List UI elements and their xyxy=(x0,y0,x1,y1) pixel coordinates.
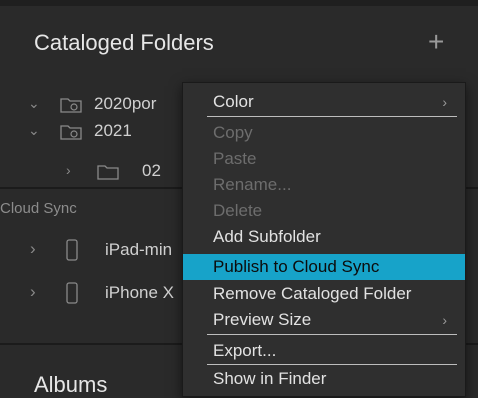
top-border xyxy=(0,0,478,6)
menu-item-add-subfolder[interactable]: Add Subfolder xyxy=(183,224,465,250)
cataloged-folders-title[interactable]: Cataloged Folders xyxy=(34,30,214,56)
folder-label: 02 xyxy=(142,161,161,180)
menu-item-color[interactable]: Color › xyxy=(183,89,465,115)
chevron-right-icon[interactable]: › xyxy=(30,278,36,306)
menu-item-publish-to-cloud-sync[interactable]: Publish to Cloud Sync xyxy=(183,254,465,280)
phone-icon xyxy=(66,282,78,304)
device-label: iPhone X xyxy=(105,283,174,302)
menu-item-delete: Delete xyxy=(213,201,263,220)
menu-separator xyxy=(207,116,457,117)
cloud-sync-title: Cloud Sync xyxy=(0,200,77,217)
context-menu: Color › Copy Paste Rename... Delete Add … xyxy=(182,82,466,397)
menu-item-rename: Rename... xyxy=(213,175,292,194)
menu-item-export[interactable]: Export... xyxy=(183,338,465,364)
catalog-folder-icon xyxy=(60,125,82,140)
catalog-folder-icon xyxy=(60,98,82,113)
add-folder-icon[interactable]: + xyxy=(428,28,444,56)
albums-title[interactable]: Albums xyxy=(34,372,107,398)
chevron-right-icon[interactable]: › xyxy=(66,156,71,184)
menu-item-copy: Copy xyxy=(213,123,253,142)
menu-item-paste: Paste xyxy=(213,149,257,168)
menu-separator xyxy=(207,334,457,335)
chevron-right-icon: › xyxy=(442,94,447,110)
chevron-down-icon[interactable]: ⌄ xyxy=(28,89,40,117)
folder-label: 2020por xyxy=(94,94,157,113)
folder-label: 2021 xyxy=(94,121,132,140)
menu-item-preview-size[interactable]: Preview Size › xyxy=(183,307,465,333)
tablet-icon xyxy=(66,239,78,261)
chevron-right-icon[interactable]: › xyxy=(30,235,36,263)
chevron-right-icon: › xyxy=(442,312,447,328)
folder-icon xyxy=(97,165,119,180)
chevron-down-icon[interactable]: ⌄ xyxy=(28,116,40,144)
menu-item-remove-cataloged-folder[interactable]: Remove Cataloged Folder xyxy=(183,281,465,307)
menu-separator xyxy=(207,364,457,365)
menu-item-show-in-finder[interactable]: Show in Finder xyxy=(183,366,465,392)
device-label: iPad-min xyxy=(105,240,173,259)
